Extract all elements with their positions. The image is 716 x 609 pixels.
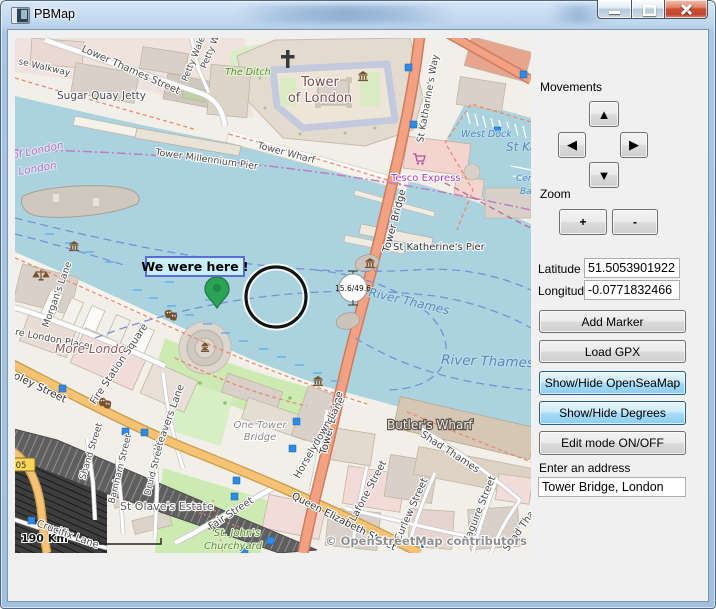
latitude-input[interactable] (584, 258, 680, 278)
add-marker-button[interactable]: Add Marker (539, 310, 686, 333)
map-label: Butler's Wharf (387, 418, 473, 432)
app-icon (11, 7, 30, 24)
map-label: St Olave's Estate (120, 500, 214, 513)
load-gpx-button[interactable]: Load GPX (539, 340, 686, 363)
svg-text:15.6/49.6: 15.6/49.6 (335, 284, 371, 293)
svg-text:05: 05 (16, 461, 27, 471)
map-label: St Ka (506, 140, 531, 154)
map-label: Cen (516, 174, 531, 184)
map-label: River Thames (441, 352, 531, 371)
latitude-label: Latitude (538, 262, 581, 276)
map-label: Bridge (244, 432, 277, 443)
map-marker-tooltip[interactable]: We were here ! (141, 257, 248, 276)
address-label: Enter an address (539, 461, 630, 475)
city-hall-building (179, 322, 231, 374)
window-title: PBMap (34, 7, 75, 21)
title-bar[interactable]: PBMap (0, 0, 716, 30)
close-icon (681, 4, 692, 15)
movements-label: Movements (540, 80, 602, 94)
map-label: Sugar Quay Jetty (57, 90, 146, 102)
move-left-button[interactable]: ◀ (558, 132, 586, 158)
close-button[interactable] (665, 0, 708, 19)
move-right-button[interactable]: ▶ (620, 132, 648, 158)
app-window: PBMap (0, 0, 716, 609)
address-input[interactable] (538, 477, 686, 497)
edit-mode-button[interactable]: Edit mode ON/OFF (539, 431, 686, 455)
maximize-button[interactable] (631, 0, 665, 19)
map-label: St Katherine's Pier (393, 242, 486, 253)
move-down-button[interactable]: ▼ (589, 162, 619, 188)
toggle-openseamap-button[interactable]: Show/Hide OpenSeaMap (539, 371, 686, 395)
map-label: St. John's (214, 528, 260, 539)
map-label: One Tower (234, 420, 288, 431)
svg-text:We were here !: We were here ! (141, 259, 248, 274)
map-label: Ba (520, 187, 531, 197)
longitude-input[interactable] (584, 280, 680, 300)
glass-blur-streak (235, 5, 455, 23)
map-label: Tower (300, 75, 339, 90)
move-up-button[interactable]: ▲ (589, 101, 619, 127)
maximize-icon (643, 5, 656, 16)
map-canvas[interactable]: 05 190 Km 15.6/49.6 (15, 38, 531, 553)
map-label: Tesco Express (390, 173, 461, 184)
map-attribution: © OpenStreetMap contributors (325, 534, 527, 548)
zoom-in-button[interactable]: + (559, 209, 607, 235)
longitude-label: Longitude (538, 284, 591, 298)
toggle-degrees-button[interactable]: Show/Hide Degrees (539, 401, 686, 425)
minimize-icon (609, 11, 620, 14)
map-label: Churchyard (204, 541, 263, 552)
zoom-label: Zoom (540, 187, 571, 201)
map-label: of London (288, 91, 352, 106)
client-area: 05 190 Km 15.6/49.6 (8, 30, 708, 601)
road-ref-badge: 05 (15, 458, 35, 471)
minimize-button[interactable] (597, 0, 631, 19)
map-label: West Dock (461, 129, 512, 140)
zoom-out-button[interactable]: - (612, 209, 658, 235)
map-label: The Ditch (225, 67, 271, 78)
